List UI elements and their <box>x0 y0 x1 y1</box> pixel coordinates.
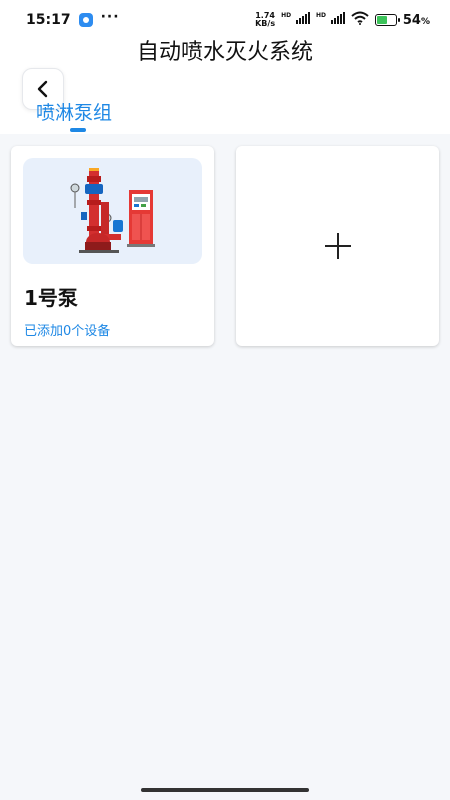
status-right: 1.74 KB/s HD HD 54% <box>255 11 430 29</box>
battery-icon <box>374 14 400 26</box>
chevron-left-icon <box>37 80 48 98</box>
home-indicator[interactable] <box>141 788 309 792</box>
status-bar: 15:17 ··· 1.74 KB/s HD HD 54% <box>0 0 450 40</box>
network-speed: 1.74 KB/s <box>255 12 275 28</box>
pump-name: 1号泵 <box>24 286 78 310</box>
pump-device-count: 已添加0个设备 <box>24 324 111 339</box>
status-left: 15:17 ··· <box>26 9 120 28</box>
battery-percent: 54% <box>402 12 430 28</box>
fire-pump-illustration <box>70 168 155 253</box>
screen: 15:17 ··· 1.74 KB/s HD HD 54% 自动喷水灭火系统 喷… <box>0 0 450 800</box>
tab-active-indicator <box>70 128 86 132</box>
wifi-icon <box>351 11 369 29</box>
header: 自动喷水灭火系统 喷淋泵组 <box>0 40 450 134</box>
cell-signal-2-icon: HD <box>316 12 345 28</box>
tab-sprinkler-pump-group[interactable]: 喷淋泵组 <box>36 98 112 125</box>
more-notifications-icon: ··· <box>100 9 120 25</box>
add-pump-button[interactable] <box>236 146 439 346</box>
status-time: 15:17 <box>26 12 71 28</box>
hd-badge-1: HD <box>281 12 292 19</box>
page-title: 自动喷水灭火系统 <box>136 40 313 65</box>
pump-image <box>23 158 202 264</box>
app-notification-icon <box>78 13 93 27</box>
network-speed-unit: KB/s <box>255 19 276 28</box>
cell-signal-1-icon: HD <box>281 12 310 28</box>
pump-card[interactable]: 1号泵 已添加0个设备 <box>11 146 214 346</box>
plus-icon <box>324 233 351 259</box>
hd-badge-2: HD <box>315 12 326 19</box>
battery-fill <box>376 16 387 24</box>
